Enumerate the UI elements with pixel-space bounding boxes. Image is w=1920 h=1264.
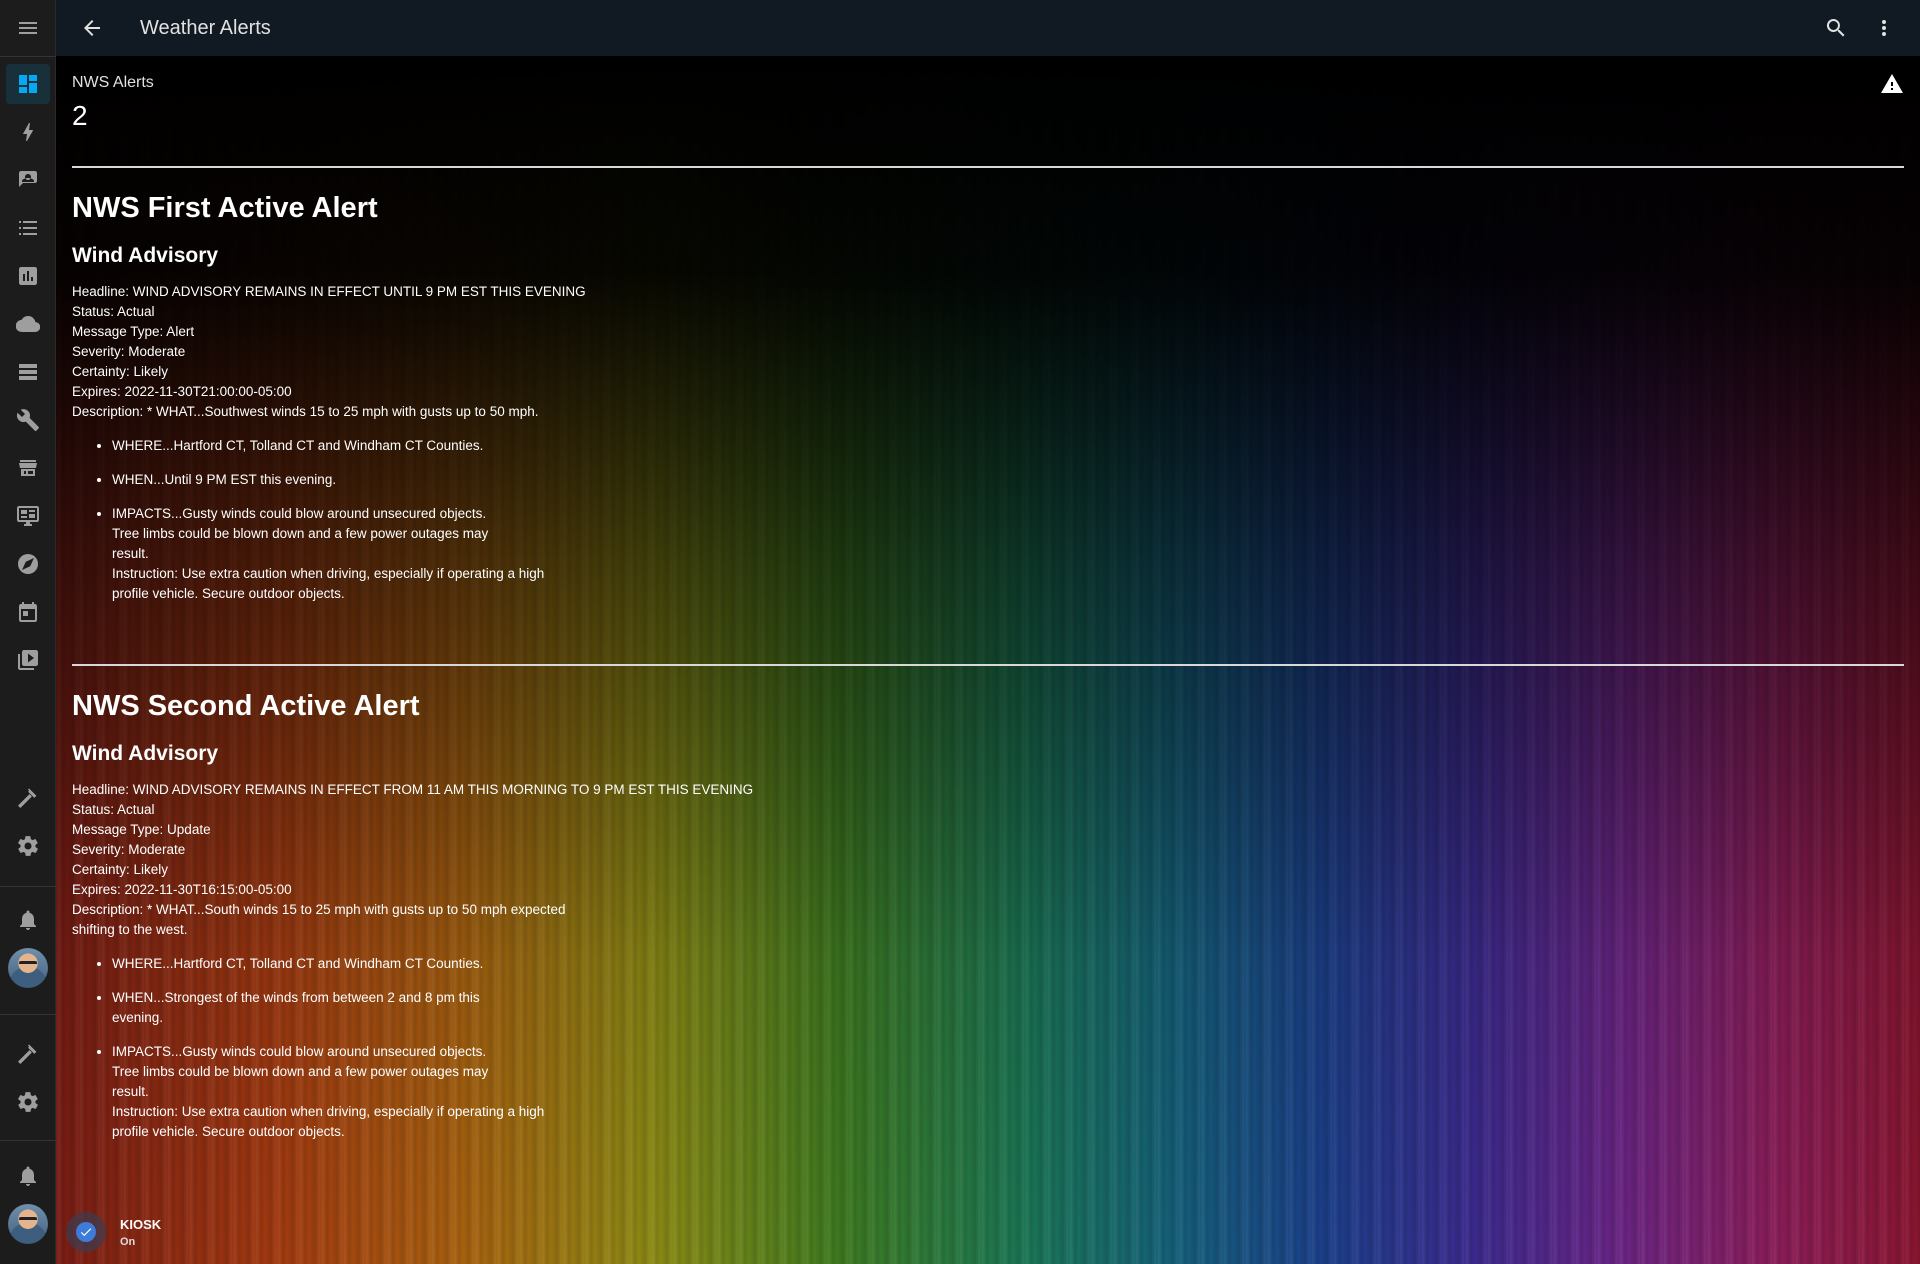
alert-expires: Expires: 2022-11-30T21:00:00-05:00 (72, 384, 292, 399)
alert-headline: Headline: WIND ADVISORY REMAINS IN EFFEC… (72, 782, 754, 797)
alert-event: Wind Advisory (72, 742, 219, 765)
kiosk-entity[interactable]: KIOSK On (66, 1208, 161, 1256)
bell-icon (20, 910, 36, 930)
alert-message-type: Message Type: Alert (72, 324, 195, 339)
user-avatar[interactable] (8, 948, 48, 988)
sidebar-item-weather[interactable] (0, 300, 56, 348)
search-icon (1826, 19, 1845, 37)
alert-section-second: NWS Second Active Alert Wind Advisory He… (72, 666, 1904, 1202)
list-item-text: WHERE...Hartford CT, Tolland CT and Wind… (112, 956, 484, 971)
list-item: IMPACTS...Gusty winds could blow around … (112, 504, 1904, 604)
bell-icon (20, 1166, 36, 1186)
dashboard-view: NWS Alerts 2 NWS First Active Alert Wind… (56, 56, 1920, 1264)
alert-description: Description: * WHAT...South winds 15 to … (72, 902, 566, 937)
kiosk-badge (66, 1212, 106, 1252)
cog-icon (18, 1092, 38, 1112)
cloud-icon (16, 315, 40, 333)
entity-name: NWS Alerts (72, 74, 154, 91)
media-icon (18, 650, 38, 670)
compass-icon (18, 554, 38, 574)
sidebar-item-map[interactable] (0, 156, 56, 204)
alert-certainty: Certainty: Likely (72, 364, 169, 379)
sidebar-item-notifications[interactable] (0, 1152, 56, 1200)
sidebar-divider (0, 56, 56, 57)
sidebar-item-logbook[interactable] (0, 204, 56, 252)
list-item-text: WHEN...Until 9 PM EST this evening. (112, 472, 337, 487)
sidebar-item-developer-tools[interactable] (0, 1030, 56, 1078)
list-item: WHEN...Until 9 PM EST this evening. (112, 470, 1904, 490)
sidebar-item-monitor[interactable] (0, 492, 56, 540)
calendar-icon (19, 602, 37, 622)
alert-status: Status: Actual (72, 802, 155, 817)
dashboard-icon (19, 75, 37, 93)
sidebar-item-server[interactable] (0, 348, 56, 396)
sidebar-item-energy[interactable] (0, 108, 56, 156)
sidebar-item-hacs[interactable] (0, 444, 56, 492)
sidebar-item-tools[interactable] (0, 396, 56, 444)
alert-severity: Severity: Moderate (72, 344, 186, 359)
alert-icon (1880, 72, 1904, 96)
arrow-left-icon (84, 20, 100, 36)
lightning-icon (23, 123, 33, 141)
list-item: WHEN...Strongest of the winds from betwe… (112, 988, 1904, 1028)
markdown-card: NWS Alerts 2 NWS First Active Alert Wind… (72, 56, 1904, 1202)
page-title: Weather Alerts (140, 16, 271, 39)
check-circle-icon (76, 1222, 96, 1242)
user-avatar[interactable] (8, 1204, 48, 1244)
search-button[interactable] (1812, 4, 1860, 52)
sidebar-divider (0, 1140, 56, 1141)
wrench-icon (16, 409, 39, 431)
menu-icon[interactable] (0, 4, 56, 52)
alert-certainty: Certainty: Likely (72, 862, 169, 877)
account-box-icon (19, 171, 37, 187)
alert-message-type: Message Type: Update (72, 822, 211, 837)
kiosk-state: On (120, 1235, 136, 1248)
alert-description: Description: * WHAT...Southwest winds 15… (72, 404, 539, 419)
sidebar-item-media[interactable] (0, 636, 56, 684)
list-item: WHERE...Hartford CT, Tolland CT and Wind… (112, 436, 1904, 456)
entity-card-nws-alerts[interactable]: NWS Alerts 2 (72, 56, 1904, 166)
sidebar-item-developer-tools[interactable] (0, 774, 56, 822)
hammer-icon (18, 788, 37, 808)
alert-severity: Severity: Moderate (72, 842, 186, 857)
sidebar-divider (0, 886, 56, 887)
sidebar (0, 0, 56, 1264)
alert-heading: NWS First Active Alert (72, 192, 378, 224)
alert-event: Wind Advisory (72, 244, 219, 267)
alert-section-first: NWS First Active Alert Wind Advisory Hea… (72, 168, 1904, 664)
sidebar-item-explore[interactable] (0, 540, 56, 588)
list-item-text: IMPACTS...Gusty winds could blow around … (112, 1044, 545, 1139)
kiosk-name: KIOSK (120, 1216, 162, 1232)
top-app-bar: Weather Alerts (56, 0, 1920, 56)
server-icon (19, 364, 37, 380)
back-button[interactable] (68, 4, 116, 52)
alert-headline: Headline: WIND ADVISORY REMAINS IN EFFEC… (72, 284, 586, 299)
alert-status: Status: Actual (72, 304, 155, 319)
list-icon (19, 221, 37, 235)
entity-value: 2 (72, 100, 88, 131)
sidebar-item-history[interactable] (0, 252, 56, 300)
alert-heading: NWS Second Active Alert (72, 690, 420, 722)
sidebar-item-settings[interactable] (0, 822, 56, 870)
list-item-text: IMPACTS...Gusty winds could blow around … (112, 506, 545, 601)
sidebar-item-notifications[interactable] (0, 896, 56, 944)
monitor-dashboard-icon (17, 506, 39, 526)
chart-bar-icon (19, 267, 37, 285)
list-item-text: WHERE...Hartford CT, Tolland CT and Wind… (112, 438, 484, 453)
sidebar-item-settings[interactable] (0, 1078, 56, 1126)
alert-expires: Expires: 2022-11-30T16:15:00-05:00 (72, 882, 292, 897)
list-item-text: WHEN...Strongest of the winds from betwe… (112, 990, 480, 1025)
cog-icon (18, 836, 38, 856)
store-hacs-icon (19, 460, 37, 476)
dots-vertical-icon (1882, 20, 1886, 36)
list-item: IMPACTS...Gusty winds could blow around … (112, 1042, 1904, 1142)
list-item: WHERE...Hartford CT, Tolland CT and Wind… (112, 954, 1904, 974)
sidebar-item-calendar[interactable] (0, 588, 56, 636)
sidebar-item-dashboard[interactable] (0, 60, 56, 108)
more-options-button[interactable] (1860, 4, 1908, 52)
hammer-icon (18, 1044, 37, 1064)
sidebar-divider (0, 1014, 56, 1015)
